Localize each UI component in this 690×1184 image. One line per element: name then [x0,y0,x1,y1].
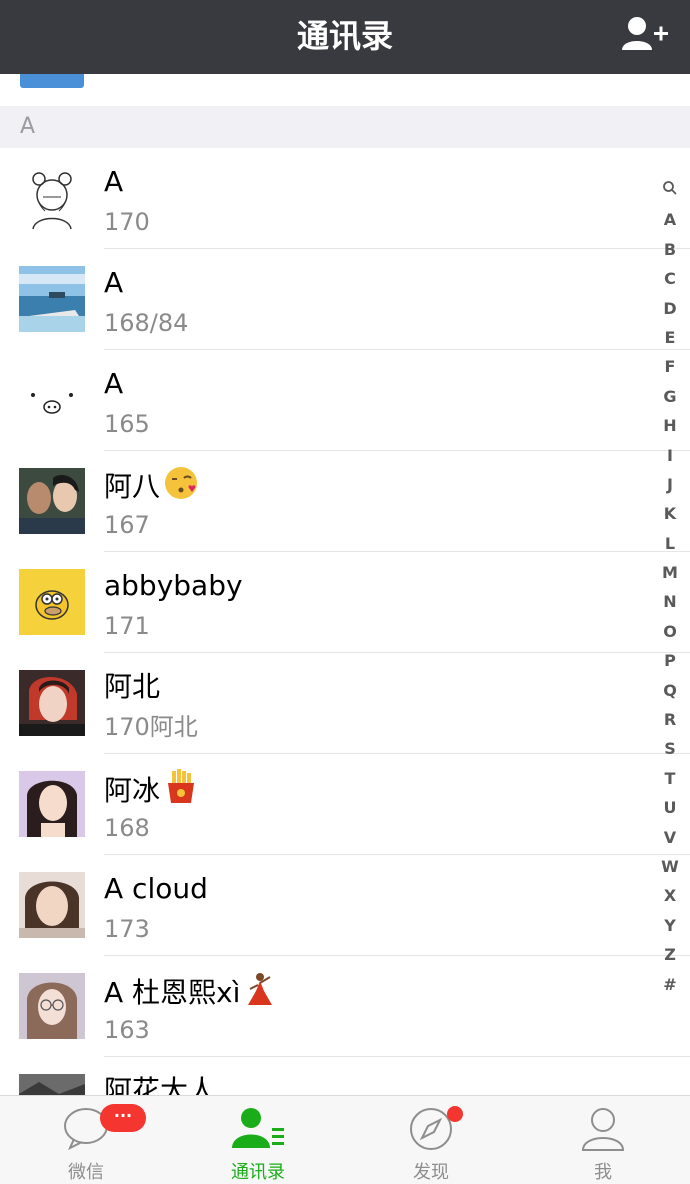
index-letter[interactable]: V [658,823,682,852]
kissing-face-icon [164,466,198,510]
portrait-woman-avatar [19,771,85,837]
tab-chats[interactable]: ··· 微信 [0,1096,172,1184]
index-letter[interactable]: E [658,323,682,352]
contact-subtitle: 168 [104,814,150,842]
contact-name: A [104,266,124,299]
index-letter[interactable]: Z [658,940,682,969]
portrait-red-hair-avatar [19,670,85,736]
tab-label: 通讯录 [231,1162,285,1183]
unread-badge: ··· [100,1104,146,1132]
sketch-girl-avatar [19,165,85,231]
index-letter[interactable]: S [658,734,682,763]
index-letter[interactable]: F [658,352,682,381]
couple-photo-avatar [19,468,85,534]
index-letter[interactable]: I [658,441,682,470]
index-letter[interactable]: R [658,705,682,734]
index-letter[interactable]: D [658,294,682,323]
contact-row[interactable]: A 165 [0,350,690,451]
index-search-icon[interactable] [658,176,682,205]
dancer-icon [244,971,274,1017]
contact-name-text: A 杜恩熙xì [104,976,241,1009]
contact-subtitle: 170 [104,208,150,236]
contact-row[interactable]: 阿八 167 [0,451,690,552]
index-letter[interactable]: T [658,764,682,793]
contacts-icon [232,1106,284,1154]
contact-subtitle: 165 [104,410,150,438]
page-title: 通讯录 [296,17,393,55]
index-letter[interactable]: G [658,382,682,411]
french-fries-icon [164,769,198,815]
contact-row[interactable]: 阿北 170阿北 [0,653,690,754]
tab-label: 微信 [68,1162,104,1183]
new-dot [447,1106,463,1122]
contact-name: A 杜恩熙xì [104,971,274,1017]
index-letter[interactable]: M [658,558,682,587]
index-letter[interactable]: C [658,264,682,293]
tab-discover[interactable]: 发现 [345,1096,517,1184]
contact-name: 阿八 [104,466,198,510]
tab-bar: ··· 微信 通讯录 发现 我 [0,1095,690,1184]
index-letter[interactable]: U [658,793,682,822]
contact-subtitle: 173 [104,915,150,943]
alphabet-index[interactable]: A B C D E F G H I J K L M N O P Q R S T … [658,176,682,999]
contact-subtitle: 171 [104,612,150,640]
contact-subtitle: 167 [104,511,150,539]
contact-name: A cloud [104,872,208,905]
index-letter[interactable]: J [658,470,682,499]
contact-subtitle: 170阿北 [104,713,198,741]
nav-header: 通讯录 [0,0,690,74]
add-contact-icon[interactable] [620,14,670,58]
index-letter[interactable]: H [658,411,682,440]
contact-row[interactable]: A 170 [0,148,690,249]
index-letter[interactable]: O [658,617,682,646]
contact-name: 阿冰 [104,769,198,815]
contact-row[interactable]: 阿冰 168 [0,754,690,855]
index-letter[interactable]: Q [658,676,682,705]
section-letter: A [20,114,36,139]
contact-subtitle: 168/84 [104,309,189,337]
index-letter[interactable]: N [658,587,682,616]
person-icon [581,1106,625,1156]
index-letter[interactable]: A [658,205,682,234]
index-letter[interactable]: K [658,499,682,528]
contact-name: A [104,367,124,400]
contact-name-text: 阿冰 [104,774,161,807]
contact-row[interactable]: A 168/84 [0,249,690,350]
index-letter[interactable]: W [658,852,682,881]
portrait-glasses-avatar [19,973,85,1039]
contact-row[interactable]: A 杜恩熙xì 163 [0,956,690,1057]
contact-subtitle: 163 [104,1016,150,1044]
tab-contacts[interactable]: 通讯录 [172,1096,344,1184]
partial-avatar [20,74,84,88]
contact-row[interactable]: abbybaby 171 [0,552,690,653]
tab-me[interactable]: 我 [517,1096,689,1184]
tab-label: 我 [594,1162,612,1183]
index-letter[interactable]: L [658,529,682,558]
pig-face-avatar [19,367,85,433]
scrolled-row-top[interactable] [0,74,690,106]
selfie-avatar [19,872,85,938]
index-letter[interactable]: Y [658,911,682,940]
cartoon-yellow-avatar [19,569,85,635]
contact-name: A [104,165,124,198]
contact-name: 阿北 [104,670,161,703]
index-letter[interactable]: P [658,646,682,675]
section-header: A [0,106,690,148]
index-letter[interactable]: # [658,970,682,999]
seaside-photo-avatar [19,266,85,332]
contact-name: abbybaby [104,569,243,602]
index-letter[interactable]: B [658,235,682,264]
contact-row[interactable]: A cloud 173 [0,855,690,956]
tab-label: 发现 [413,1162,449,1183]
contact-list: A 170 A 168/84 A 165 阿八 167 abbybaby 171… [0,148,690,1158]
index-letter[interactable]: X [658,881,682,910]
contact-name-text: 阿八 [104,470,161,503]
